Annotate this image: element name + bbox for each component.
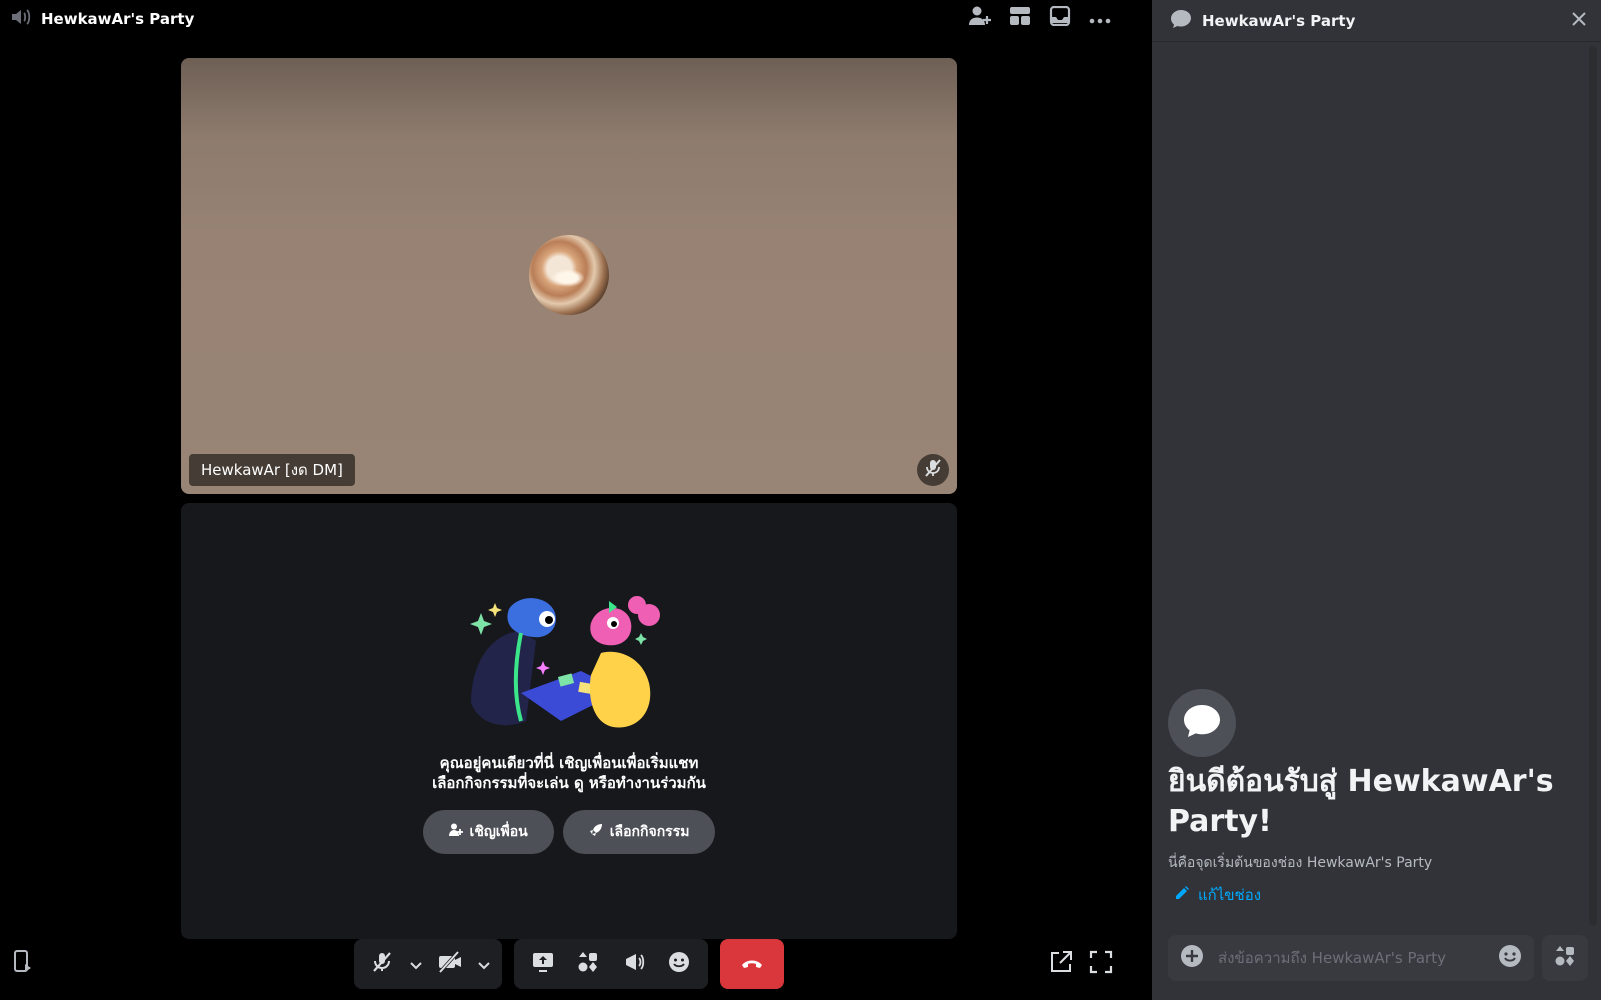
hangup-icon bbox=[741, 955, 763, 974]
welcome-subtitle: นี่คือจุดเริ่มต้นของช่อง HewkawAr's Part… bbox=[1168, 855, 1433, 871]
popout-button[interactable] bbox=[1049, 950, 1073, 978]
rocket-icon bbox=[589, 823, 603, 841]
video-options-dropdown[interactable] bbox=[472, 944, 496, 984]
message-composer bbox=[1168, 935, 1534, 981]
layout-button[interactable] bbox=[1005, 4, 1035, 32]
participant-avatar bbox=[529, 235, 609, 315]
plus-circle-icon bbox=[1180, 945, 1204, 972]
popout-icon bbox=[1049, 951, 1073, 978]
invite-illustration bbox=[461, 593, 671, 743]
audio-video-controls bbox=[354, 939, 502, 989]
emoji-icon bbox=[668, 951, 690, 977]
choose-activity-label: เลือกกิจกรรม bbox=[609, 824, 690, 840]
grid-layout-icon bbox=[1009, 6, 1031, 30]
message-input[interactable] bbox=[1218, 949, 1498, 967]
participant-tile[interactable]: HewkawAr [งด DM] bbox=[181, 58, 957, 494]
invite-tile: คุณอยู่คนเดียวที่นี่ เชิญเพื่อนเพื่อเริ่… bbox=[181, 503, 957, 939]
emoji-picker-button[interactable] bbox=[1498, 944, 1522, 972]
chat-scrollbar[interactable] bbox=[1589, 46, 1597, 926]
camera-off-icon bbox=[438, 950, 462, 977]
soundboard-icon bbox=[623, 951, 645, 977]
screen-share-icon bbox=[532, 952, 554, 976]
activity-controls bbox=[514, 939, 708, 989]
chevron-down-icon bbox=[478, 955, 490, 974]
voice-call-area: HewkawAr's Party HewkawAr [งด DM] คุณอยู… bbox=[0, 0, 1123, 1000]
voice-channel-title: HewkawAr's Party bbox=[41, 10, 195, 28]
emoji-reaction-button[interactable] bbox=[657, 944, 701, 984]
chat-panel: HewkawAr's Party ยินดีต้อนรับสู่ HewkawA… bbox=[1152, 0, 1601, 1000]
pencil-icon bbox=[1174, 885, 1190, 905]
invite-message-line1: คุณอยู่คนเดียวที่นี่ เชิญเพื่อนเพื่อเริ่… bbox=[439, 754, 699, 772]
welcome-title: ยินดีต้อนรับสู่ HewkawAr's Party! bbox=[1168, 764, 1554, 839]
participant-name-tag: HewkawAr [งด DM] bbox=[189, 454, 355, 486]
more-icon bbox=[1089, 9, 1111, 28]
activity-button[interactable] bbox=[566, 944, 610, 984]
invite-friends-button[interactable]: เชิญเพื่อน bbox=[422, 810, 554, 854]
voice-header: HewkawAr's Party bbox=[0, 0, 1123, 36]
apps-icon bbox=[1554, 945, 1576, 971]
more-button[interactable] bbox=[1085, 4, 1115, 32]
add-friend-button[interactable] bbox=[965, 4, 995, 32]
audio-options-dropdown[interactable] bbox=[404, 944, 428, 984]
app-launcher-button[interactable] bbox=[1542, 935, 1588, 981]
soundboard-button[interactable] bbox=[612, 944, 656, 984]
camera-button[interactable] bbox=[428, 944, 472, 984]
invite-friends-label: เชิญเพื่อน bbox=[469, 824, 528, 840]
chat-bubble-icon bbox=[1183, 704, 1221, 742]
close-icon bbox=[1571, 11, 1587, 31]
welcome-channel-icon bbox=[1168, 689, 1236, 757]
chat-header: HewkawAr's Party bbox=[1152, 0, 1601, 42]
invite-user-icon bbox=[448, 823, 463, 841]
activity-icon bbox=[577, 951, 599, 977]
chevron-down-icon bbox=[410, 955, 422, 974]
fullscreen-icon bbox=[1089, 950, 1113, 978]
disconnect-button[interactable] bbox=[720, 939, 784, 989]
edit-channel-label: แก้ไขช่อง bbox=[1198, 886, 1262, 904]
invite-message: คุณอยู่คนเดียวที่นี่ เชิญเพื่อนเพื่อเริ่… bbox=[181, 753, 957, 793]
add-friend-icon bbox=[968, 5, 992, 31]
participant-muted-badge bbox=[917, 454, 949, 486]
inbox-button[interactable] bbox=[1045, 4, 1075, 32]
device-button[interactable] bbox=[12, 950, 34, 978]
mic-muted-icon bbox=[371, 951, 393, 977]
mic-muted-icon bbox=[923, 458, 943, 482]
choose-activity-button[interactable]: เลือกกิจกรรม bbox=[562, 810, 716, 854]
mute-button[interactable] bbox=[360, 944, 404, 984]
attach-button[interactable] bbox=[1180, 944, 1204, 972]
emoji-icon bbox=[1498, 945, 1522, 972]
chat-title: HewkawAr's Party bbox=[1202, 11, 1356, 30]
close-chat-button[interactable] bbox=[1571, 11, 1587, 31]
chat-bubble-icon bbox=[1170, 9, 1192, 33]
screen-share-button[interactable] bbox=[521, 944, 565, 984]
speaker-icon bbox=[10, 7, 32, 31]
device-icon bbox=[12, 950, 34, 978]
fullscreen-button[interactable] bbox=[1089, 950, 1113, 978]
invite-message-line2: เลือกกิจกรรมที่จะเล่น ดู หรือทำงานร่วมกั… bbox=[432, 774, 706, 792]
edit-channel-link[interactable]: แก้ไขช่อง bbox=[1174, 883, 1261, 907]
inbox-icon bbox=[1049, 5, 1071, 30]
